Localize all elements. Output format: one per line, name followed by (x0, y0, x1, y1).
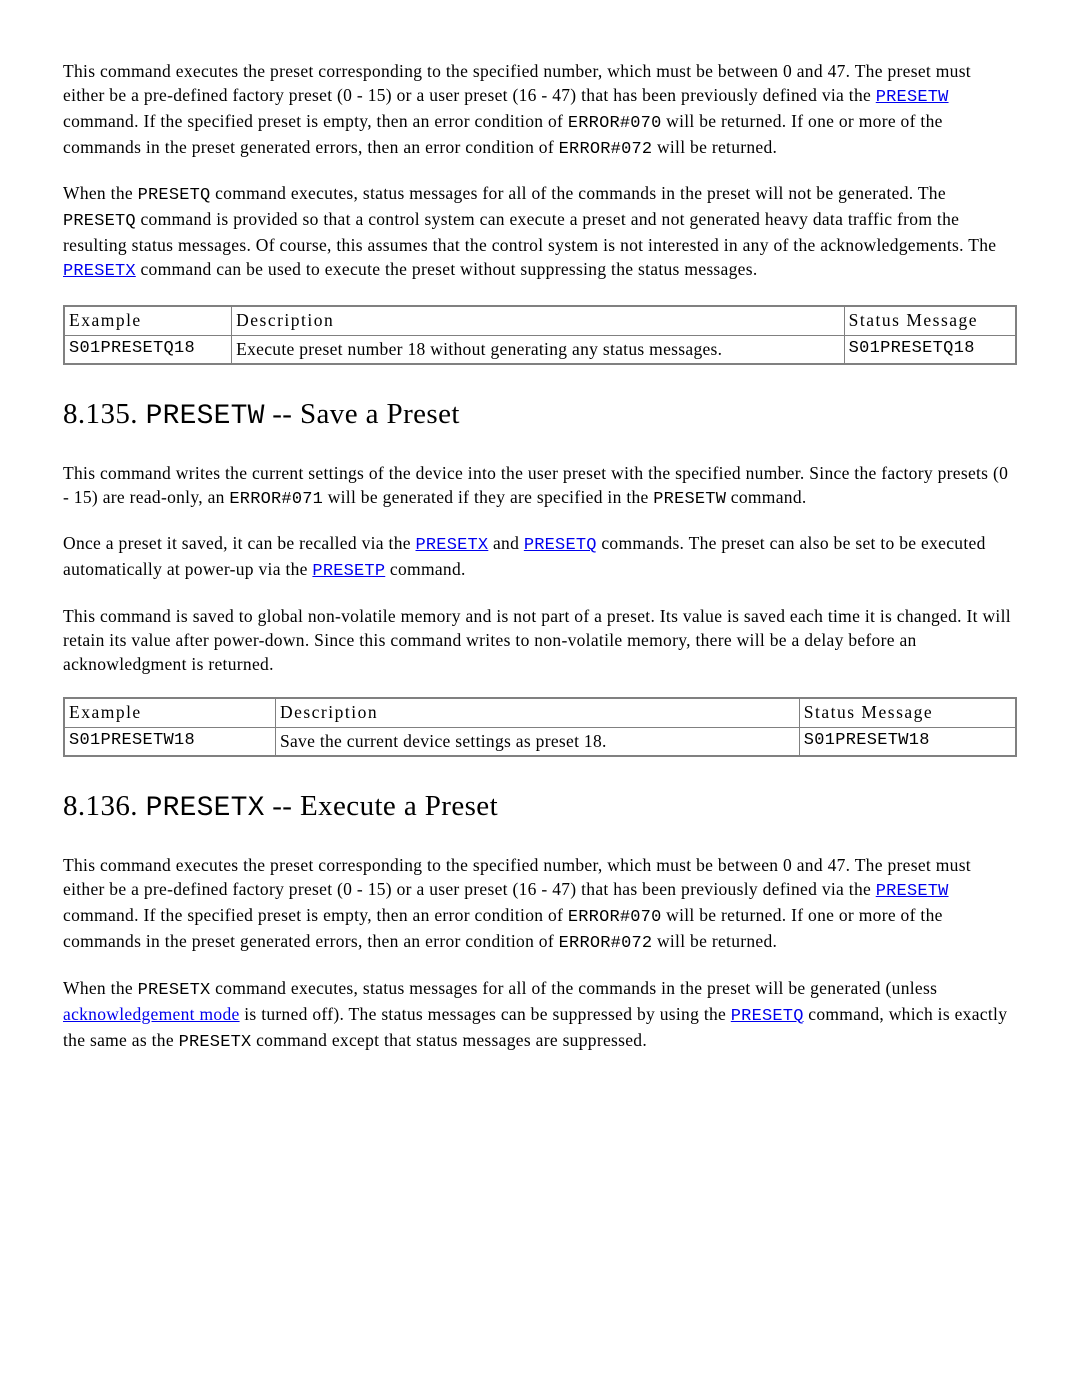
col-example: Example (64, 698, 275, 727)
code-error070: ERROR#070 (568, 908, 662, 927)
text: will be returned. (652, 137, 777, 157)
heading-title: -- Save a Preset (265, 398, 460, 430)
text: will be returned. (652, 931, 777, 951)
col-description: Description (275, 698, 799, 727)
text: command except that status messages are … (251, 1030, 647, 1050)
text: Once a preset it saved, it can be recall… (63, 533, 416, 553)
link-presetw[interactable]: PRESETW (876, 879, 949, 899)
cell-status: S01PRESETW18 (799, 727, 1016, 756)
table-presetw-example: Example Description Status Message S01PR… (63, 697, 1017, 757)
code-presetw: PRESETW (653, 490, 726, 509)
col-status-message: Status Message (799, 698, 1016, 727)
section-number: 8.135. (63, 398, 146, 430)
link-ack-mode[interactable]: acknowledgement mode (63, 1004, 240, 1024)
code-presetq: PRESETQ (63, 212, 136, 231)
heading-presetw: 8.135. PRESETW -- Save a Preset (63, 395, 1017, 436)
text: command. (726, 487, 806, 507)
text: This command executes the preset corresp… (63, 61, 971, 105)
col-description: Description (232, 306, 845, 335)
code-error072: ERROR#072 (559, 934, 653, 953)
link-presetx[interactable]: PRESETX (63, 259, 136, 279)
text: When the (63, 978, 138, 998)
table-presetq-example: Example Description Status Message S01PR… (63, 305, 1017, 365)
text: command executes, status messages for al… (210, 978, 937, 998)
cell-example: S01PRESETW18 (64, 727, 275, 756)
code-presetx: PRESETX (138, 981, 211, 1000)
text: command can be used to execute the prese… (136, 259, 758, 279)
text: command executes, status messages for al… (210, 183, 945, 203)
cell-status: S01PRESETQ18 (844, 335, 1016, 364)
paragraph-presetx-1: This command executes the preset corresp… (63, 854, 1017, 955)
code-presetx: PRESETX (179, 1033, 252, 1052)
link-presetq[interactable]: PRESETQ (524, 533, 597, 553)
col-example: Example (64, 306, 232, 335)
text: will be generated if they are specified … (323, 487, 653, 507)
link-presetx[interactable]: PRESETX (416, 533, 489, 553)
link-presetq[interactable]: PRESETQ (731, 1004, 804, 1024)
text: is turned off). The status messages can … (240, 1004, 731, 1024)
paragraph-presetq-1: This command executes the preset corresp… (63, 60, 1017, 161)
text: This command executes the preset corresp… (63, 855, 971, 899)
text: command. If the specified preset is empt… (63, 905, 568, 925)
text: and (488, 533, 524, 553)
paragraph-presetw-1: This command writes the current settings… (63, 462, 1017, 512)
table-header-row: Example Description Status Message (64, 306, 1016, 335)
paragraph-presetx-2: When the PRESETX command executes, statu… (63, 977, 1017, 1055)
code-error070: ERROR#070 (568, 114, 662, 133)
paragraph-presetw-2: Once a preset it saved, it can be recall… (63, 532, 1017, 584)
section-number: 8.136. (63, 790, 146, 822)
link-presetw[interactable]: PRESETW (876, 85, 949, 105)
table-row: S01PRESETQ18 Execute preset number 18 wi… (64, 335, 1016, 364)
text: command. If the specified preset is empt… (63, 111, 568, 131)
table-row: S01PRESETW18 Save the current device set… (64, 727, 1016, 756)
code-error072: ERROR#072 (559, 140, 653, 159)
text: When the (63, 183, 138, 203)
heading-code: PRESETW (146, 401, 265, 432)
text: command. (385, 559, 465, 579)
code-error071: ERROR#071 (229, 490, 323, 509)
text: command is provided so that a control sy… (63, 209, 996, 255)
cell-description: Save the current device settings as pres… (275, 727, 799, 756)
heading-code: PRESETX (146, 793, 265, 824)
table-header-row: Example Description Status Message (64, 698, 1016, 727)
cell-description: Execute preset number 18 without generat… (232, 335, 845, 364)
cell-example: S01PRESETQ18 (64, 335, 232, 364)
code-presetq: PRESETQ (138, 186, 211, 205)
link-presetp[interactable]: PRESETP (312, 559, 385, 579)
paragraph-presetw-3: This command is saved to global non-vola… (63, 605, 1017, 676)
heading-title: -- Execute a Preset (265, 790, 498, 822)
heading-presetx: 8.136. PRESETX -- Execute a Preset (63, 787, 1017, 828)
paragraph-presetq-2: When the PRESETQ command executes, statu… (63, 182, 1017, 283)
col-status-message: Status Message (844, 306, 1016, 335)
